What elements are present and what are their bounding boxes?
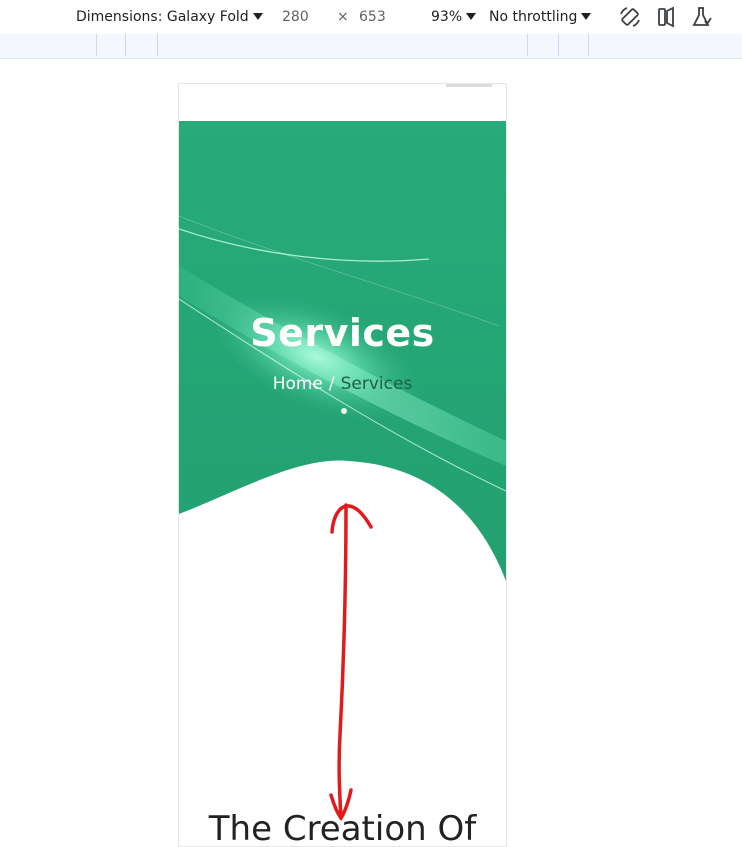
hero-banner: Services Home / Services [179,121,506,581]
page-title: Services [250,311,435,355]
breadcrumb: Home / Services [179,374,506,394]
width-input[interactable]: 280 [282,7,309,27]
breadcrumb-separator: / [328,374,335,394]
breadcrumb-current: Services [340,374,413,394]
section-heading: The Creation Of [208,809,477,847]
zoom-dropdown[interactable]: 93% [431,7,477,27]
chevron-down-icon [466,13,477,20]
times-symbol: × [337,9,349,25]
ruler-tick [558,34,559,56]
dimensions-label: Dimensions: Galaxy Fold [76,9,249,25]
rotate-icon[interactable] [618,5,642,29]
height-input[interactable]: 653 [359,7,386,27]
ruler-tick [96,34,97,56]
breadcrumb-home-link[interactable]: Home [273,374,323,394]
ruler-tick [588,34,589,56]
chevron-down-icon [252,13,263,20]
zoom-label: 93% [431,9,463,25]
throttling-label: No throttling [489,9,578,25]
ruler-tick [527,34,528,56]
chevron-down-icon [581,13,592,20]
throttling-dropdown[interactable]: No throttling [489,7,592,27]
device-viewport: Services Home / Services The Creation Of [178,83,507,847]
device-posture-icon[interactable] [654,5,678,29]
ruler-tick [125,34,126,56]
site-header [179,84,506,121]
sensors-flask-icon[interactable] [689,5,713,29]
dimensions-dropdown[interactable]: Dimensions: Galaxy Fold [76,7,263,27]
media-query-ruler[interactable] [0,34,742,59]
devtools-device-toolbar: Dimensions: Galaxy Fold 280 × 653 93% No… [0,0,742,35]
menu-toggle[interactable] [446,84,492,87]
ruler-tick [157,34,158,56]
